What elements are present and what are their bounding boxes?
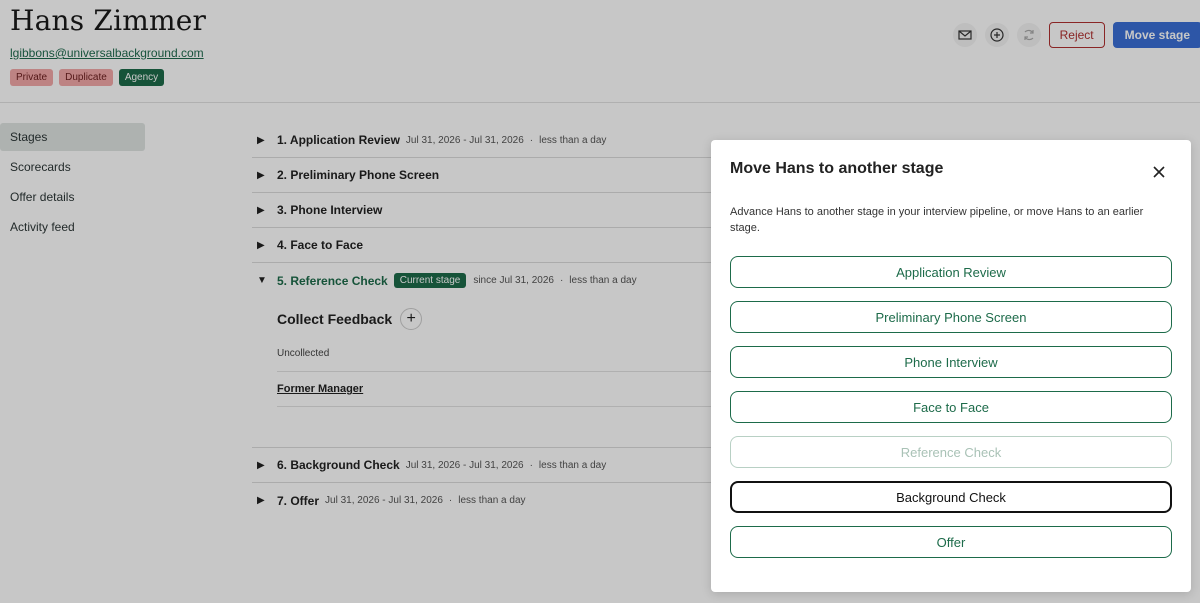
stage-options: Application Review Preliminary Phone Scr… xyxy=(730,256,1172,571)
option-background-check[interactable]: Background Check xyxy=(730,481,1172,513)
candidate-page: Hans Zimmer lgibbons@universalbackground… xyxy=(0,0,1200,603)
dialog-title: Move Hans to another stage xyxy=(730,160,944,177)
option-preliminary-phone-screen[interactable]: Preliminary Phone Screen xyxy=(730,301,1172,333)
option-reference-check: Reference Check xyxy=(730,436,1172,468)
close-icon[interactable] xyxy=(1149,162,1169,182)
dialog-description: Advance Hans to another stage in your in… xyxy=(730,206,1144,234)
option-face-to-face[interactable]: Face to Face xyxy=(730,391,1172,423)
option-application-review[interactable]: Application Review xyxy=(730,256,1172,288)
option-offer[interactable]: Offer xyxy=(730,526,1172,558)
move-stage-dialog: Move Hans to another stage Advance Hans … xyxy=(711,140,1191,592)
option-phone-interview[interactable]: Phone Interview xyxy=(730,346,1172,378)
